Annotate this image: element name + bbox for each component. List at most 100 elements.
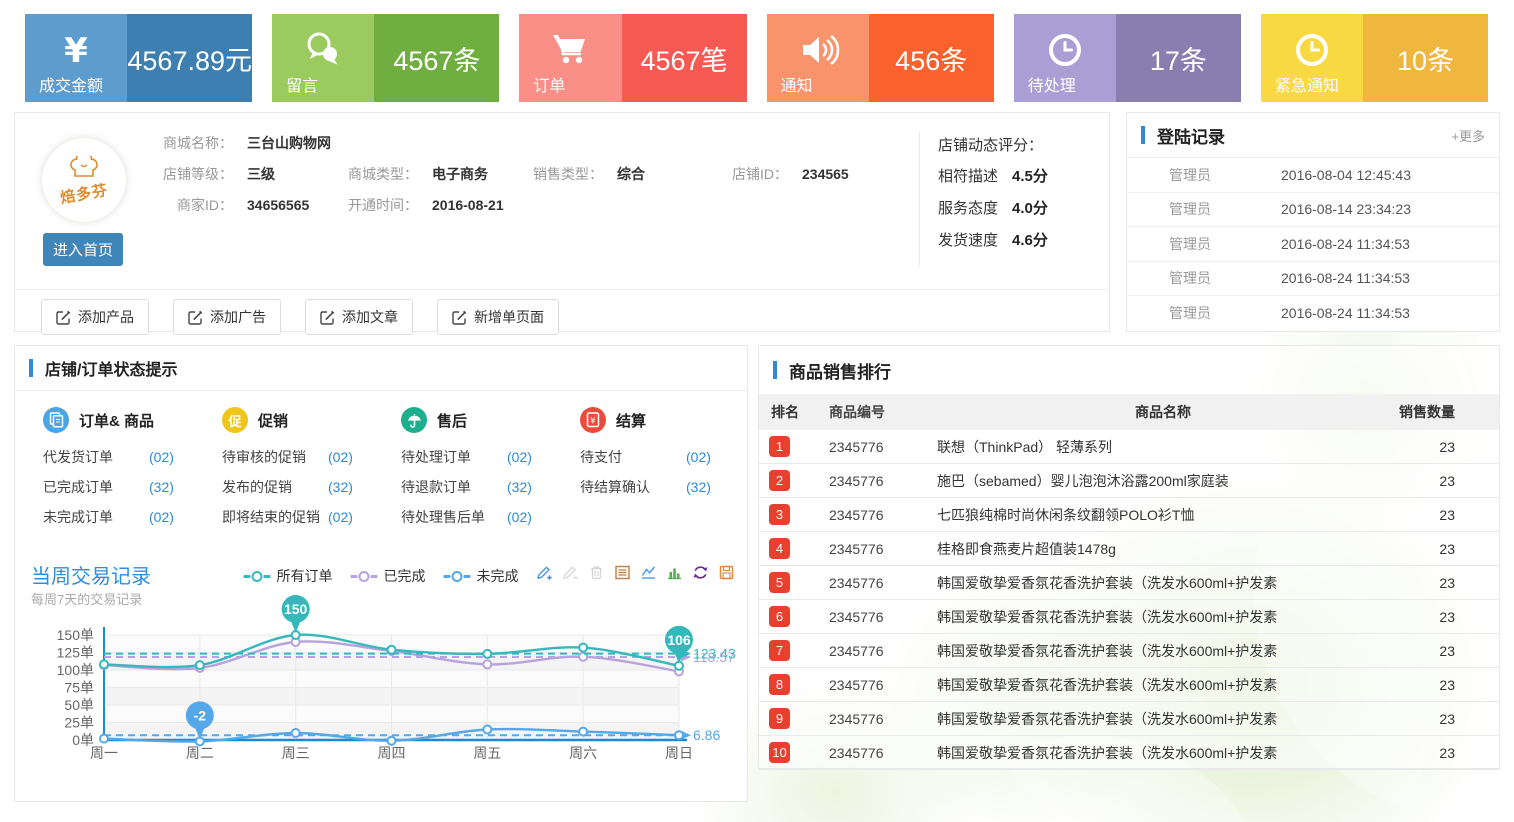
legend-item-2[interactable]: 未完成	[444, 566, 519, 586]
status-item[interactable]: 待退款订单(32)	[401, 478, 560, 497]
status-group-0: 订单& 商品代发货订单(02)已完成订单(32)未完成订单(02)	[23, 390, 202, 538]
rank-badge: 4	[769, 538, 790, 559]
status-item-label: 待处理订单	[401, 448, 499, 467]
status-item-count[interactable]: (32)	[328, 478, 353, 497]
status-item[interactable]: 即将结束的促销(02)	[222, 508, 381, 527]
status-item[interactable]: 待审核的促销(02)	[222, 448, 381, 467]
ranking-header: 商品销售排行	[759, 346, 1499, 394]
ranking-row[interactable]: 42345776桂格即食燕麦片超值装1478g23	[759, 532, 1499, 566]
legend-item-0[interactable]: 所有订单	[244, 566, 333, 586]
refresh-icon[interactable]	[692, 564, 709, 581]
shop-admin-dashboard: ¥成交金额4567.89元留言4567条订单4567笔通知456条待处理17条紧…	[0, 0, 1514, 822]
chart-title: 当周交易记录	[31, 560, 151, 589]
stat-card-value: 456条	[869, 14, 994, 102]
status-item-count[interactable]: (02)	[507, 508, 532, 527]
status-item[interactable]: 待支付(02)	[580, 448, 739, 467]
pencil-minus-icon[interactable]	[562, 564, 579, 581]
add-ad-button[interactable]: 添加广告	[173, 299, 281, 335]
product-name: 韩国爱敬挚爱香氛花香洗护套装（洗发水600ml+护发素	[937, 641, 1389, 661]
ranking-row[interactable]: 22345776施巴（sebamed）婴儿泡泡沐浴露200ml家庭装23	[759, 464, 1499, 498]
alarm-clock-icon	[1293, 31, 1331, 69]
rank-badge: 8	[769, 674, 790, 695]
quick-button-label: 添加广告	[210, 307, 266, 327]
cart-icon	[549, 31, 591, 69]
trash-icon[interactable]	[588, 564, 605, 581]
chef-hat-icon	[67, 156, 101, 183]
login-time: 2016-08-14 23:34:23	[1281, 201, 1411, 217]
ranking-row[interactable]: 82345776韩国爱敬挚爱香氛花香洗护套装（洗发水600ml+护发素23	[759, 668, 1499, 702]
status-item-count[interactable]: (02)	[507, 448, 532, 467]
add-product-button[interactable]: 添加产品	[41, 299, 149, 335]
status-item[interactable]: 待处理售后单(02)	[401, 508, 560, 527]
ranking-row[interactable]: 72345776韩国爱敬挚爱香氛花香洗护套装（洗发水600ml+护发素23	[759, 634, 1499, 668]
svg-text:周二: 周二	[186, 745, 214, 761]
status-item[interactable]: 发布的促销(32)	[222, 478, 381, 497]
data-view-icon[interactable]	[614, 564, 631, 581]
legend-item-1[interactable]: 已完成	[351, 566, 426, 586]
sales-qty: 23	[1389, 609, 1499, 625]
add-single-page-button[interactable]: 新增单页面	[437, 299, 559, 335]
edit-square-icon	[452, 310, 467, 325]
status-item-count[interactable]: (02)	[328, 448, 353, 467]
save-icon[interactable]	[718, 564, 735, 581]
ranking-col-header: 商品编号	[829, 402, 937, 422]
status-item-count[interactable]: (32)	[149, 478, 174, 497]
stat-card-0[interactable]: ¥成交金额4567.89元	[25, 14, 252, 102]
login-log-row: 管理员2016-08-24 11:34:53	[1127, 262, 1499, 297]
pencil-add-icon[interactable]	[536, 564, 553, 581]
login-user: 管理员	[1169, 268, 1281, 288]
sales-qty: 23	[1389, 439, 1499, 455]
stat-card-3[interactable]: 通知456条	[767, 14, 994, 102]
rating-row: 服务态度4.0分	[938, 193, 1095, 225]
field-label: 店铺等级：	[161, 164, 233, 184]
bar-chart-icon[interactable]	[666, 564, 683, 581]
status-item-count[interactable]: (32)	[686, 478, 711, 497]
status-item[interactable]: 代发货订单(02)	[43, 448, 202, 467]
divider	[15, 289, 1109, 290]
product-sku: 2345776	[829, 745, 937, 761]
sales-qty: 23	[1389, 541, 1499, 557]
ranking-row[interactable]: 92345776韩国爱敬挚爱香氛花香洗护套装（洗发水600ml+护发素23	[759, 702, 1499, 736]
enter-home-button[interactable]: 进入首页	[43, 233, 123, 266]
ranking-row[interactable]: 32345776七匹狼纯棉时尚休闲条纹翻领POLO衫T恤23	[759, 498, 1499, 532]
add-article-button[interactable]: 添加文章	[305, 299, 413, 335]
speaker-icon	[796, 31, 840, 69]
status-item-count[interactable]: (02)	[149, 508, 174, 527]
weekly-trades-section: 当周交易记录 每周7天的交易记录 所有订单已完成未完成 0单25单50单75单1…	[15, 556, 747, 801]
ranking-row[interactable]: 62345776韩国爱敬挚爱香氛花香洗护套装（洗发水600ml+护发素23	[759, 600, 1499, 634]
status-item[interactable]: 待处理订单 (02)	[401, 448, 560, 467]
umbrella-icon	[401, 407, 427, 433]
product-sku: 2345776	[829, 677, 937, 693]
status-item[interactable]: 待结算确认(32)	[580, 478, 739, 497]
svg-text:周四: 周四	[378, 745, 406, 761]
legend-marker-icon	[244, 571, 271, 582]
line-chart-icon[interactable]	[640, 564, 657, 581]
login-user: 管理员	[1169, 303, 1281, 323]
stat-card-label: 订单	[533, 72, 565, 96]
status-item[interactable]: 未完成订单(02)	[43, 508, 202, 527]
status-item-count[interactable]: (02)	[328, 508, 353, 527]
status-group-1: 促促销待审核的促销(02)发布的促销(32)即将结束的促销(02)	[202, 390, 381, 538]
product-sku: 2345776	[829, 609, 937, 625]
ranking-row[interactable]: 12345776联想（ThinkPad） 轻薄系列23	[759, 430, 1499, 464]
accent-bar	[29, 359, 33, 377]
stat-card-1[interactable]: 留言4567条	[272, 14, 499, 102]
ranking-row[interactable]: 102345776韩国爱敬挚爱香氛花香洗护套装（洗发水600ml+护发素23	[759, 736, 1499, 770]
status-item[interactable]: 已完成订单(32)	[43, 478, 202, 497]
stat-card-4[interactable]: 待处理17条	[1014, 14, 1241, 102]
status-item-count[interactable]: (02)	[686, 448, 711, 467]
ranking-row[interactable]: 52345776韩国爱敬挚爱香氛花香洗护套装（洗发水600ml+护发素23	[759, 566, 1499, 600]
product-sku: 2345776	[829, 507, 937, 523]
store-logo-text: 焙多芬	[59, 179, 110, 208]
status-item-count[interactable]: (02)	[149, 448, 174, 467]
store-info-panel: 焙多芬 商城名称：三台山购物网店铺等级：三级商城类型：电子商务销售类型：综合店铺…	[14, 112, 1110, 332]
product-name: 联想（ThinkPad） 轻薄系列	[937, 437, 1389, 457]
more-link[interactable]: +更多	[1451, 126, 1485, 145]
quick-button-label: 添加产品	[78, 307, 134, 327]
product-sku: 2345776	[829, 711, 937, 727]
status-item-count[interactable]: (32)	[507, 478, 532, 497]
stat-card-2[interactable]: 订单4567笔	[519, 14, 746, 102]
stat-card-5[interactable]: 紧急通知10条	[1261, 14, 1488, 102]
accent-bar	[1141, 126, 1145, 144]
svg-text:周五: 周五	[473, 745, 501, 761]
